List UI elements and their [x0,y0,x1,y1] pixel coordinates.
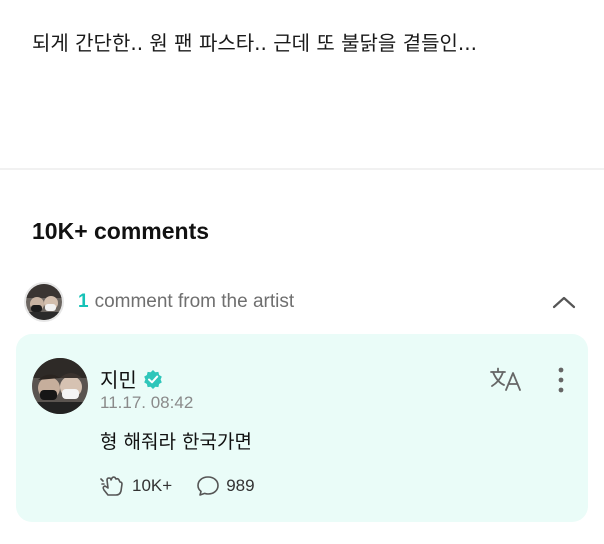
reply-button[interactable]: 989 [196,475,255,497]
more-vertical-icon[interactable] [551,366,571,394]
translate-icon[interactable] [489,366,523,392]
comment-author-avatar[interactable] [32,358,88,414]
comment-body: 형 해줘라 한국가면 [100,431,252,453]
comment-author-name: 지민 [100,368,137,392]
chevron-up-icon[interactable] [550,288,578,316]
verified-badge-icon [144,369,162,389]
artist-comments-toggle[interactable]: 1 comment from the artist [24,282,584,322]
comments-count-heading: 10K+ comments [32,218,210,244]
like-count: 10K+ [132,476,173,495]
artist-comment-label: comment from the artist [94,291,295,312]
post-text: 되게 간단한.. 원 팬 파스타.. 근데 또 불닭을 곁들인... [32,31,477,55]
comment-actions: 10K+ 989 [100,474,255,498]
artist-avatar [24,282,64,322]
artist-comment-count: 1 [78,291,89,312]
comment-timestamp: 11.17. 08:42 [100,393,194,412]
artist-comment-card: 지민 11.17. 08:42 형 해줘라 한국가면 10K+ 989 [16,334,588,522]
section-divider [0,168,604,170]
comment-author: 지민 [100,364,163,393]
like-button[interactable]: 10K+ [100,475,172,497]
reply-count: 989 [226,476,255,495]
speech-bubble-icon [197,476,219,496]
artist-comments-summary: 1 comment from the artist [78,291,294,313]
cheer-hand-icon [100,476,123,496]
